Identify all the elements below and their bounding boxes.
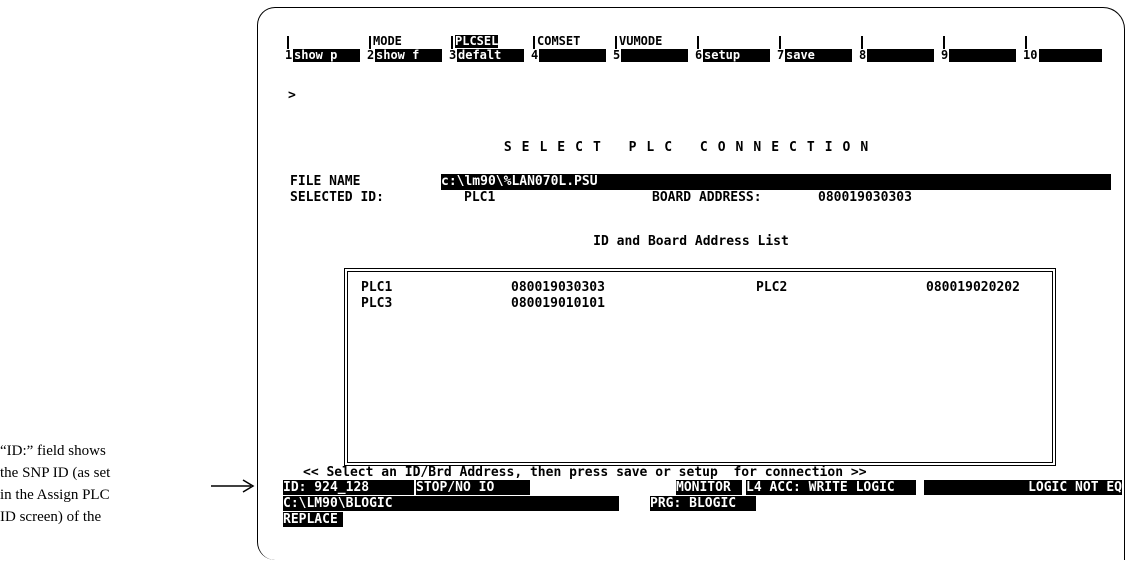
f1-key[interactable]: 1 show p — [285, 36, 367, 62]
f7-label: save — [785, 49, 852, 62]
program-status: PRG: BLOGIC — [650, 496, 756, 511]
logic-status: LOGIC NOT EQ — [924, 480, 1122, 495]
terminal-screen: 1 show p MODE 2 show f PLCSEL 3 defalt C… — [257, 7, 1125, 560]
address-list: PLC1 080019030303 PLC2 080019020202 PLC3… — [344, 268, 1056, 466]
f5-label — [621, 49, 688, 62]
list-id: PLC2 — [756, 280, 788, 295]
selected-id-label: SELECTED ID: — [290, 190, 384, 205]
plc-id-status: ID: 924_128 — [283, 480, 414, 495]
selected-id-value: PLC1 — [464, 190, 496, 205]
edit-mode-status: REPLACE — [283, 512, 343, 527]
f8-number: 8 — [859, 48, 867, 62]
f1-number: 1 — [285, 48, 293, 62]
caption-line: in the Assign PLC — [0, 487, 110, 503]
list-id: PLC1 — [361, 280, 393, 295]
instruction-text: << Select an ID/Brd Address, then press … — [303, 465, 867, 480]
command-prompt[interactable]: > — [288, 88, 296, 103]
f2-top-label: MODE — [373, 34, 402, 48]
f3-label: defalt — [457, 49, 524, 62]
f5-top-label: VUMODE — [619, 34, 663, 48]
annotation-arrow-icon — [211, 479, 255, 493]
f7-key[interactable]: 7 save — [777, 36, 859, 62]
f4-number: 4 — [531, 48, 539, 62]
f9-number: 9 — [941, 48, 949, 62]
annotation-caption: “ID:” field shows the SNP ID (as set in … — [0, 440, 228, 528]
list-address: 080019020202 — [926, 280, 1020, 295]
f6-label: setup — [703, 49, 770, 62]
board-address-label: BOARD ADDRESS: — [652, 190, 762, 205]
list-item[interactable]: PLC3 080019010101 — [348, 296, 1048, 312]
list-heading: ID and Board Address List — [593, 234, 789, 249]
f5-number: 5 — [613, 48, 621, 62]
f2-number: 2 — [367, 48, 375, 62]
f4-label — [539, 49, 606, 62]
f10-label — [1039, 49, 1102, 62]
list-item[interactable]: PLC1 080019030303 PLC2 080019020202 — [348, 280, 1048, 296]
f8-key[interactable]: 8 — [859, 36, 941, 62]
list-address: 080019010101 — [511, 296, 605, 311]
f9-label — [949, 49, 1016, 62]
f10-key[interactable]: 10 — [1023, 36, 1105, 62]
monitor-status: MONITOR — [676, 480, 742, 495]
f3-key[interactable]: PLCSEL 3 defalt — [449, 34, 531, 62]
f2-label: show f — [375, 49, 442, 62]
caption-line: ID screen) of the — [0, 509, 102, 525]
page-title: SELECT PLC CONNECTION — [503, 140, 879, 155]
f5-key[interactable]: VUMODE 5 — [613, 34, 695, 62]
f9-key[interactable]: 9 — [941, 36, 1023, 62]
f3-top-label: PLCSEL — [455, 34, 499, 48]
file-name-label: FILE NAME — [290, 174, 361, 189]
f7-number: 7 — [777, 48, 785, 62]
f6-key[interactable]: 6 setup — [695, 36, 777, 62]
f10-number: 10 — [1023, 48, 1038, 62]
f3-number: 3 — [449, 48, 457, 62]
list-address: 080019030303 — [511, 280, 605, 295]
plc-mode-status: STOP/NO IO — [416, 480, 530, 495]
access-status: L4 ACC: WRITE LOGIC — [746, 480, 916, 495]
f6-number: 6 — [695, 48, 703, 62]
board-address-value: 080019030303 — [818, 190, 912, 205]
list-id: PLC3 — [361, 296, 393, 311]
f2-key[interactable]: MODE 2 show f — [367, 34, 449, 62]
file-name-field[interactable]: c:\lm90\%LAN070L.PSU — [441, 174, 1111, 190]
f4-key[interactable]: COMSET 4 — [531, 34, 613, 62]
caption-line: the SNP ID (as set — [0, 465, 111, 481]
f8-label — [867, 49, 934, 62]
f4-top-label: COMSET — [537, 34, 581, 48]
f1-label: show p — [293, 49, 360, 62]
caption-line: “ID:” field shows — [0, 443, 106, 459]
folder-path-status: C:\LM90\BLOGIC — [283, 496, 619, 511]
